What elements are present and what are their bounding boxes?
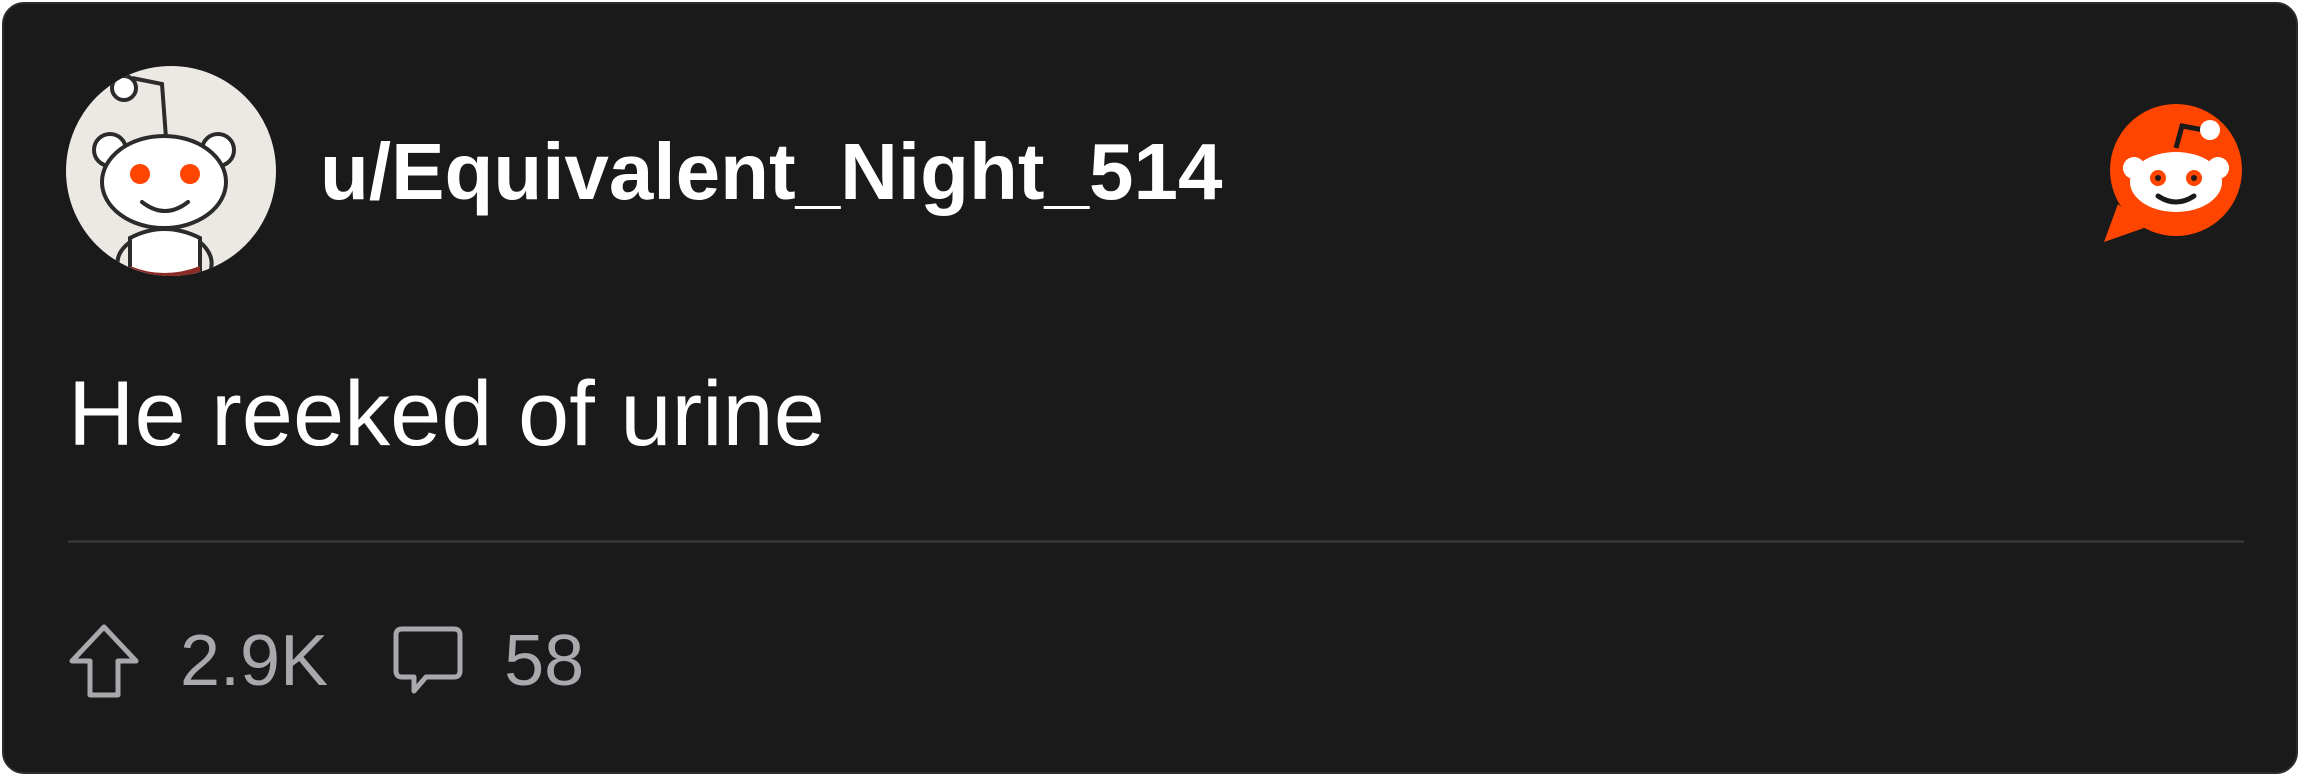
post-body: He reeked of urine <box>68 363 825 465</box>
upvote-button[interactable]: 2.9K <box>68 616 328 706</box>
avatar[interactable] <box>66 66 276 276</box>
reddit-logo-icon <box>2104 104 2242 242</box>
divider <box>68 540 2244 543</box>
post-actions: 2.9K 58 <box>68 616 584 706</box>
reddit-logo[interactable] <box>2100 104 2248 246</box>
username[interactable]: u/Equivalent_Night_514 <box>320 122 1222 222</box>
comments-button[interactable]: 58 <box>392 616 584 706</box>
comment-count: 58 <box>504 621 585 701</box>
snoo-avatar-icon <box>92 74 236 276</box>
comment-bubble-icon <box>392 623 464 699</box>
post-card[interactable]: u/Equivalent_Night_514 He reeked of urin… <box>2 2 2298 774</box>
upvote-count: 2.9K <box>180 621 329 701</box>
upvote-arrow-icon <box>68 623 140 699</box>
